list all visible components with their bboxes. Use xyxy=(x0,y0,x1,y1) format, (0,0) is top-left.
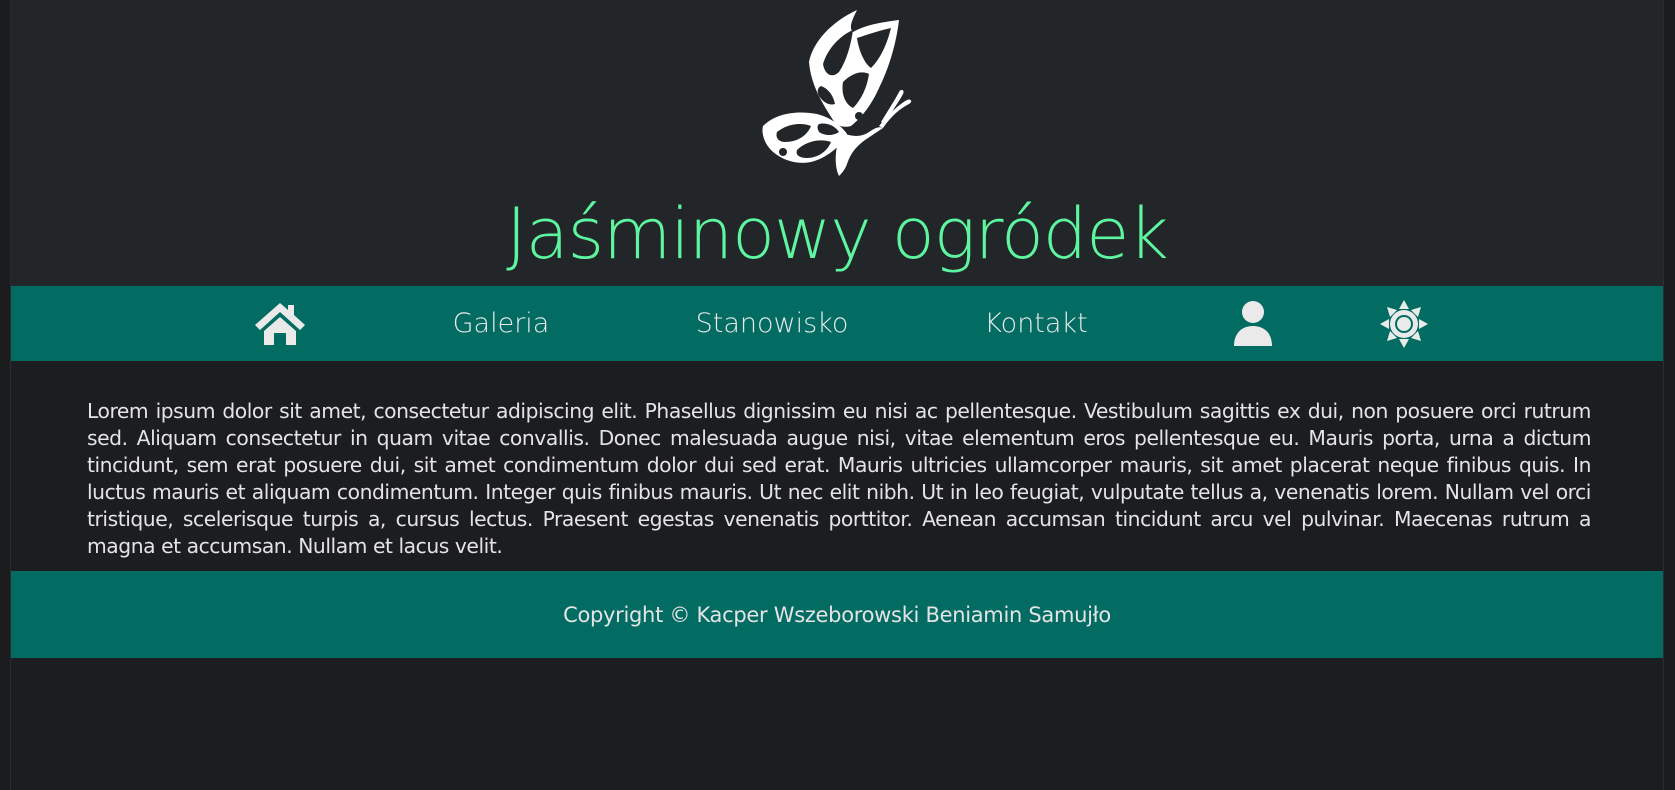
user-icon xyxy=(1232,300,1274,348)
copyright-text: Copyright © Kacper Wszeborowski Beniamin… xyxy=(563,602,1111,627)
nav-label: Galeria xyxy=(452,308,550,339)
main-paragraph: Lorem ipsum dolor sit amet, consectetur … xyxy=(87,399,1591,558)
main-nav: Galeria Stanowisko Kontakt xyxy=(11,286,1663,361)
site-title: Jaśminowy ogródek xyxy=(506,193,1169,275)
nav-item-kontakt[interactable]: Kontakt xyxy=(961,286,1111,361)
site-header: Jaśminowy ogródek xyxy=(11,0,1663,286)
butterfly-icon xyxy=(761,8,921,176)
nav-item-galeria[interactable]: Galeria xyxy=(431,286,571,361)
site-footer: Copyright © Kacper Wszeborowski Beniamin… xyxy=(11,571,1663,658)
sun-icon xyxy=(1380,299,1428,348)
home-icon xyxy=(253,301,307,347)
page: Jaśminowy ogródek Galeria Stanowisko Kon… xyxy=(10,0,1664,790)
nav-item-stanowisko[interactable]: Stanowisko xyxy=(687,286,857,361)
nav-home[interactable] xyxy=(249,286,311,361)
nav-theme-toggle[interactable] xyxy=(1371,286,1437,361)
nav-user[interactable] xyxy=(1221,286,1285,361)
nav-label: Kontakt xyxy=(984,308,1088,339)
nav-label: Stanowisko xyxy=(695,308,849,339)
